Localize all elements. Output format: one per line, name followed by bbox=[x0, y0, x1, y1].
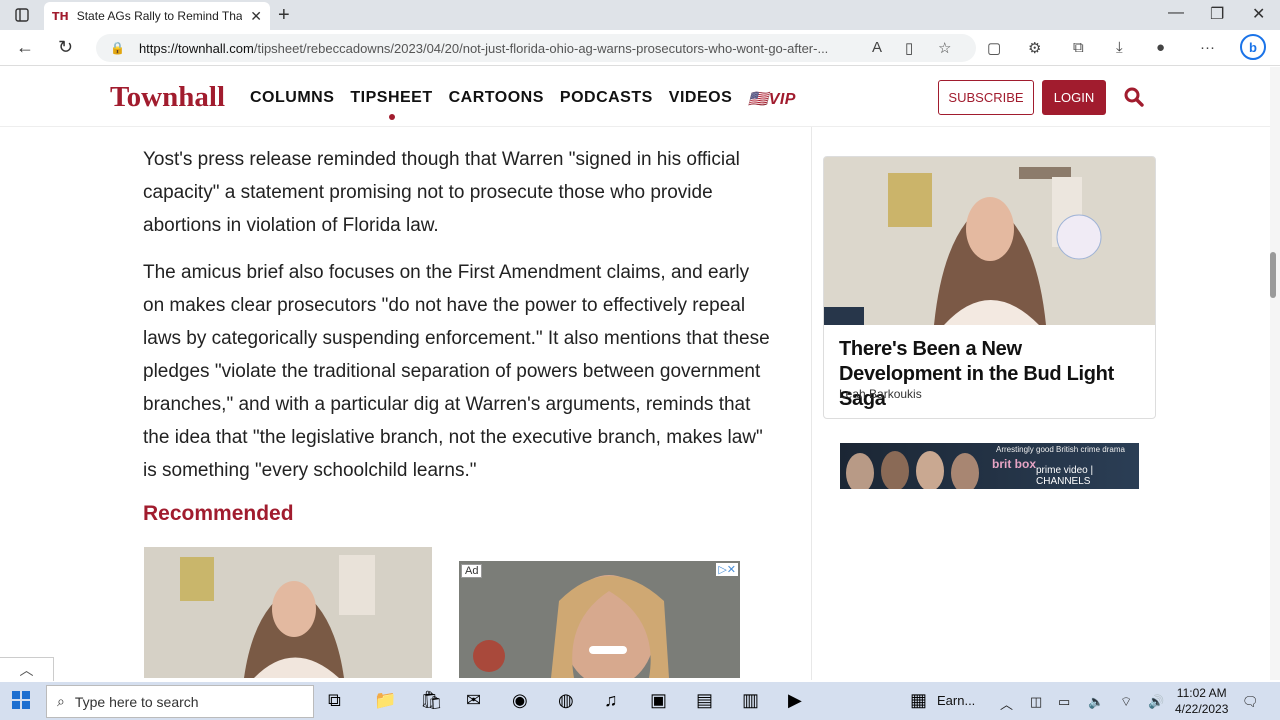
back-icon[interactable]: ← bbox=[16, 37, 34, 58]
tab-actions-icon[interactable] bbox=[10, 6, 34, 24]
system-clock[interactable]: 11:02 AM 4/22/2023 bbox=[1175, 685, 1228, 717]
file-explorer-icon[interactable]: 📁 bbox=[374, 690, 396, 711]
active-tab[interactable]: TH State AGs Rally to Remind That P ✕ bbox=[44, 2, 270, 30]
url-field[interactable]: 🔒 https://townhall.com/tipsheet/rebeccad… bbox=[96, 34, 976, 62]
article-paragraph: The amicus brief also focuses on the Fir… bbox=[143, 262, 770, 481]
taskbar-search-placeholder: Type here to search bbox=[74, 693, 199, 710]
close-window-icon[interactable]: ✕ bbox=[1252, 4, 1265, 24]
media-app-icon[interactable]: ▶ bbox=[788, 690, 802, 711]
excel-icon[interactable]: ▤ bbox=[696, 690, 713, 711]
britbox-logo: brit box bbox=[992, 457, 1036, 471]
recommended-video-thumbnail[interactable] bbox=[144, 547, 432, 678]
tab-title: State AGs Rally to Remind That P bbox=[76, 9, 243, 23]
task-view-icon[interactable]: ⧉ bbox=[328, 690, 341, 711]
britbox-ad-banner[interactable]: Arrestingly good British crime drama bri… bbox=[840, 443, 1139, 489]
windows-start-icon[interactable] bbox=[12, 691, 30, 709]
more-menu-icon[interactable]: ··· bbox=[1200, 39, 1215, 56]
lock-icon: 🔒 bbox=[110, 41, 125, 55]
ad-close-icon[interactable]: ▷✕ bbox=[716, 563, 738, 576]
bing-chat-icon[interactable]: b bbox=[1240, 34, 1266, 60]
site-header: Townhall COLUMNS TIPSHEET CARTOONS PODCA… bbox=[0, 67, 1270, 127]
address-bar-row: ← ↻ 🔒 https://townhall.com/tipsheet/rebe… bbox=[0, 30, 1280, 66]
notifications-icon[interactable]: 🗨 bbox=[1242, 694, 1259, 710]
close-tab-icon[interactable]: ✕ bbox=[250, 8, 262, 25]
login-button[interactable]: LOGIN bbox=[1042, 80, 1106, 115]
new-tab-icon[interactable]: + bbox=[278, 4, 290, 27]
mail-icon[interactable]: ✉ bbox=[466, 690, 481, 711]
article-body: Yost's press release reminded though tha… bbox=[143, 143, 773, 501]
browser-tab-bar: TH State AGs Rally to Remind That P ✕ + … bbox=[0, 0, 1280, 30]
downloads-icon[interactable]: ⤓ bbox=[1116, 39, 1123, 56]
nav-tipsheet[interactable]: TIPSHEET bbox=[350, 89, 432, 120]
scrollbar-thumb[interactable] bbox=[1270, 252, 1276, 298]
minimize-icon[interactable]: — bbox=[1168, 4, 1184, 22]
favorite-star-icon[interactable]: ☆ bbox=[938, 39, 951, 57]
sidebar-author[interactable]: Leah Barkoukis bbox=[839, 387, 922, 401]
extensions-icon[interactable]: ⚙ bbox=[1028, 39, 1041, 57]
profile-avatar-icon[interactable]: ● bbox=[1156, 39, 1165, 56]
reader-view-icon[interactable]: ▯ bbox=[905, 39, 913, 57]
wifi-icon[interactable]: ⌔ bbox=[1120, 694, 1132, 710]
edge-icon[interactable]: ◍ bbox=[558, 690, 574, 711]
townhall-favicon: TH bbox=[52, 9, 69, 23]
url-path: /tipsheet/rebeccadowns/2023/04/20/not-ju… bbox=[253, 40, 829, 56]
earnings-widget-label[interactable]: Earn... bbox=[937, 693, 975, 708]
chrome-icon[interactable]: ◉ bbox=[512, 690, 528, 711]
clock-date: 4/22/2023 bbox=[1175, 702, 1229, 716]
nav-columns[interactable]: COLUMNS bbox=[250, 89, 334, 109]
sidebar-video-thumbnail[interactable] bbox=[824, 157, 1155, 325]
itunes-icon[interactable]: ♫ bbox=[604, 690, 618, 711]
search-glass-icon: ⌕ bbox=[57, 693, 65, 709]
volume-icon-1[interactable]: 🔈 bbox=[1088, 694, 1104, 710]
windows-taskbar: ⌕ Type here to search ⧉ 📁 🛍 ✉ ◉ ◍ ♫ ▣ ▤ … bbox=[0, 682, 1280, 720]
maximize-icon[interactable]: ❐ bbox=[1210, 4, 1224, 24]
meet-now-icon[interactable]: ◫ bbox=[1030, 694, 1042, 710]
sidebar-article-card[interactable]: There's Been a New Development in the Bu… bbox=[823, 156, 1156, 419]
recommended-ad-thumbnail[interactable]: Ad ▷✕ bbox=[459, 561, 740, 678]
nav-vip[interactable]: 🇺🇸VIP bbox=[748, 89, 796, 109]
url-host: https://townhall.com bbox=[138, 40, 254, 56]
page-scrollbar[interactable] bbox=[1270, 67, 1280, 680]
collections-icon[interactable]: ⧉ bbox=[1073, 39, 1084, 56]
taskbar-search-input[interactable]: ⌕ Type here to search bbox=[46, 685, 314, 718]
banner-tagline: Arrestingly good British crime drama bbox=[996, 445, 1125, 454]
back-to-top-icon[interactable]: ︿ bbox=[0, 657, 54, 681]
column-divider bbox=[811, 127, 812, 680]
nav-videos[interactable]: VIDEOS bbox=[669, 89, 732, 109]
battery-icon[interactable]: ▭ bbox=[1058, 694, 1070, 710]
powerpoint-icon[interactable]: ▣ bbox=[650, 690, 667, 711]
read-aloud-icon[interactable]: A bbox=[872, 39, 882, 56]
ad-badge: Ad bbox=[461, 564, 483, 578]
refresh-icon[interactable]: ↻ bbox=[58, 37, 73, 58]
article-paragraph: Yost's press release reminded though tha… bbox=[143, 149, 740, 236]
earnings-widget-icon[interactable]: ▦ bbox=[910, 690, 927, 711]
prime-video-label: prime video | CHANNELS bbox=[1036, 465, 1094, 487]
volume-icon[interactable]: 🔊 bbox=[1148, 694, 1164, 710]
subscribe-button[interactable]: SUBSCRIBE bbox=[938, 80, 1034, 115]
recommended-heading: Recommended bbox=[143, 502, 294, 525]
nav-cartoons[interactable]: CARTOONS bbox=[449, 89, 544, 109]
townhall-logo[interactable]: Townhall bbox=[110, 81, 225, 114]
collections-disabled-icon[interactable]: ▢ bbox=[987, 39, 1001, 57]
clock-time: 11:02 AM bbox=[1176, 686, 1227, 700]
main-nav: COLUMNS TIPSHEET CARTOONS PODCASTS VIDEO… bbox=[250, 89, 812, 120]
nav-podcasts[interactable]: PODCASTS bbox=[560, 89, 653, 109]
word-icon[interactable]: ▥ bbox=[742, 690, 759, 711]
show-hidden-icons[interactable]: ︿ bbox=[1000, 694, 1013, 713]
search-icon[interactable] bbox=[1124, 87, 1144, 113]
store-icon[interactable]: 🛍 bbox=[420, 690, 443, 711]
